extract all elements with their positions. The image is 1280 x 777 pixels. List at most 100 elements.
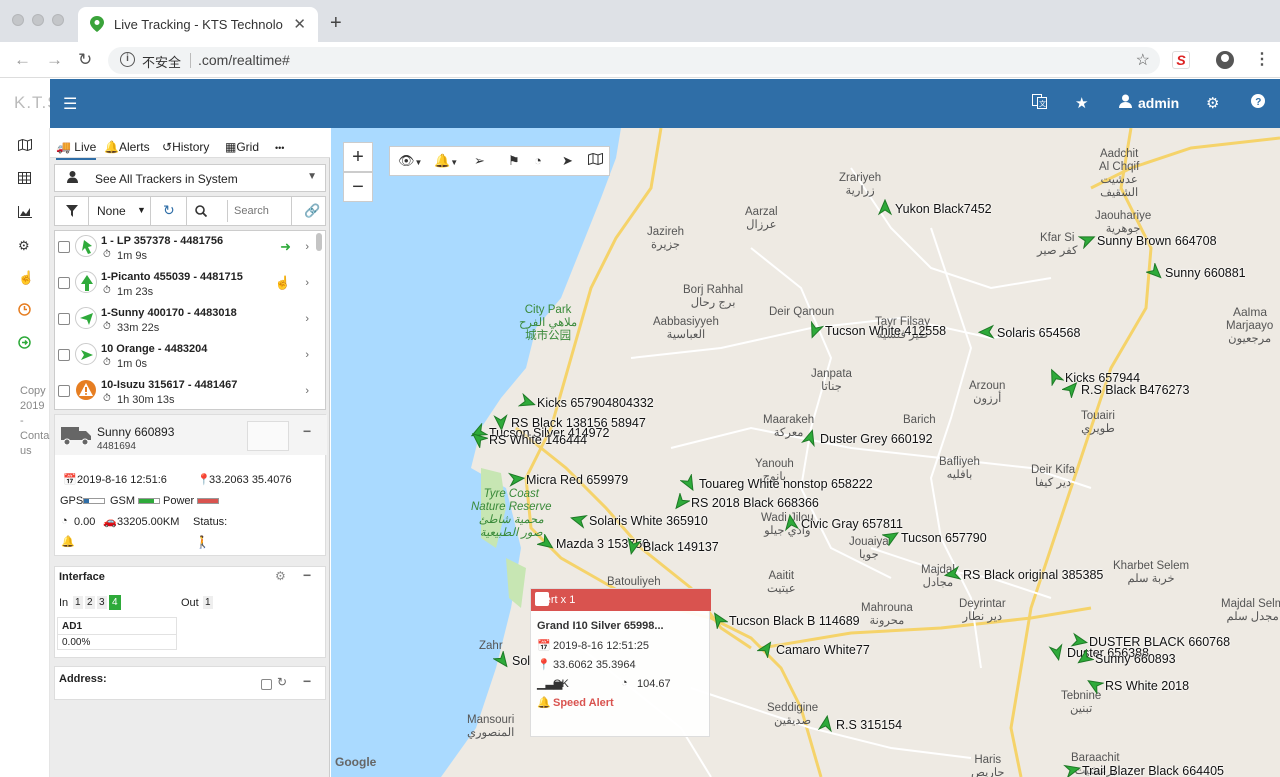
tab-grid[interactable]: ▦Grid [225,140,259,154]
vehicle-marker-icon[interactable] [801,429,819,447]
table-icon[interactable] [18,172,31,187]
vehicle-marker-icon[interactable] [806,321,824,339]
vehicle-label[interactable]: R.S Black B476273 [1081,383,1189,397]
browser-menu-icon[interactable]: ⋮ [1254,49,1270,69]
vehicle-marker-icon[interactable] [624,537,642,555]
search-button[interactable] [187,197,211,225]
tracker-row[interactable]: 1-Picanto 455039 - 4481715 ⏱ 1m 23s ☝ › [55,267,313,303]
vehicle-marker-icon[interactable] [680,474,698,492]
vehicle-marker-icon[interactable] [1146,263,1164,281]
vehicle-label[interactable]: Sunny 660881 [1165,266,1246,280]
vehicle-marker-icon[interactable] [672,493,690,511]
alert-popup[interactable]: Alert x 1 Grand I10 Silver 65998... 📅 20… [530,588,711,737]
hand-pointer-icon[interactable]: ☝ [18,270,34,286]
map-icon[interactable] [18,138,32,154]
url-text[interactable]: ‌.com/realtime# [198,52,290,68]
collapse-icon[interactable]: − [303,673,311,689]
vehicle-label[interactable]: Trail Blazer Black 664405 [1082,764,1224,777]
vehicle-marker-icon[interactable] [1078,231,1096,249]
vehicle-label[interactable]: RS White 146444 [489,433,587,447]
vehicle-label[interactable]: Solaris 654568 [997,326,1080,340]
vehicle-marker-icon[interactable] [470,430,488,448]
tracker-row[interactable]: 10-Isuzu 315617 - 4481467 ⏱ 1h 30m 13s › [55,375,313,409]
vehicle-marker-icon[interactable] [507,470,525,488]
clock-icon[interactable] [18,303,31,319]
settings-icon[interactable]: ⚙ [18,238,30,254]
tracker-checkbox[interactable] [58,349,70,361]
window-close-dot[interactable] [12,14,24,26]
window-zoom-dot[interactable] [52,14,64,26]
new-tab-icon[interactable]: + [330,12,342,35]
filter-button[interactable] [55,197,89,225]
zoom-in-button[interactable]: + [343,142,373,172]
search-input[interactable] [227,200,289,222]
chevron-right-icon[interactable]: › [305,385,309,397]
send-icon[interactable]: ➢ [474,153,485,169]
vehicle-marker-icon[interactable] [978,323,996,341]
collapse-icon[interactable]: − [303,423,311,439]
vehicle-label[interactable]: Tucson Black B 114689 [729,614,860,628]
extension-icon[interactable]: S [1172,51,1190,69]
tracker-checkbox[interactable] [58,241,70,253]
vehicle-label[interactable]: Sunny Brown 664708 [1097,234,1217,248]
chevron-right-icon[interactable]: › [305,349,309,361]
vehicle-marker-icon[interactable] [1086,676,1104,694]
vehicle-marker-icon[interactable] [757,640,775,658]
vehicle-marker-icon[interactable] [570,511,588,529]
translate-icon[interactable]: 文 [1032,94,1047,113]
zoom-out-button[interactable]: − [343,172,373,202]
bookmark-star-icon[interactable]: ☆ [1136,50,1150,70]
tab-history[interactable]: ↺History [162,140,209,154]
tracker-checkbox[interactable] [58,277,70,289]
circle-arrow-icon[interactable] [18,336,31,352]
vehicle-label[interactable]: Black 149137 [643,540,719,554]
user-icon[interactable] [1119,94,1132,112]
vehicle-label[interactable]: Yukon Black7452 [895,202,992,216]
vehicle-label[interactable]: RS Black original 385385 [963,568,1103,582]
vehicle-label[interactable]: Kicks 657904804332 [537,396,654,410]
hamburger-menu-icon[interactable]: ☰ [63,94,77,114]
list-scrollbar[interactable] [316,233,322,251]
vehicle-label[interactable]: Micra Red 659979 [526,473,628,487]
info-icon[interactable]: i [120,52,135,67]
forward-icon[interactable]: → [46,50,63,70]
vehicle-label[interactable]: Sunny 660893 [1095,652,1176,666]
close-tab-icon[interactable]: ✕ [293,15,306,33]
reload-icon[interactable]: ↻ [78,50,92,70]
window-minimize-dot[interactable] [32,14,44,26]
vehicle-label[interactable]: Solaris White 365910 [589,514,708,528]
vehicle-marker-icon[interactable] [710,611,728,629]
settings-icon[interactable]: ⚙ [275,569,286,583]
tracker-row[interactable]: 1 - LP 357378 - 4481756 ⏱ 1m 9s ➜ › [55,231,313,267]
help-icon[interactable]: ? [1251,94,1265,112]
vehicle-marker-icon[interactable] [817,715,835,733]
favorites-star-icon[interactable]: ★ [1075,94,1088,112]
tracker-checkbox[interactable] [58,313,70,325]
more-tabs-icon[interactable]: ••• [275,143,284,153]
tracker-group-select[interactable]: See All Trackers in System ▼ [54,164,326,192]
vehicle-marker-icon[interactable] [493,651,511,669]
navigation-arrow-icon[interactable]: ➤ [562,153,573,169]
vehicle-marker-icon[interactable] [782,514,800,532]
tracker-row[interactable]: 1-Sunny 400170 - 4483018 ⏱ 33m 22s › [55,303,313,339]
admin-user-label[interactable]: admin [1138,95,1179,111]
map-view[interactable]: + − 👁▼ 🔔▼ ➢ ⚑ ◔ ➤ Zrariyeh زرارية Aadchit… [331,128,1280,777]
vehicle-marker-icon[interactable] [1048,643,1066,661]
browser-tab[interactable]: Live Tracking - KTS Technolo ✕ [78,7,318,42]
tracker-checkbox[interactable] [58,385,70,397]
vehicle-marker-icon[interactable] [882,528,900,546]
profile-avatar-icon[interactable] [1216,51,1234,69]
vehicle-marker-icon[interactable] [537,534,555,552]
settings-cogs-icon[interactable]: ⚙ [1206,94,1219,112]
vehicle-label[interactable]: RS 2018 Black 668366 [691,496,819,510]
vehicle-label[interactable]: R.S 315154 [836,718,902,732]
flag-icon[interactable]: ⚑ [508,153,520,169]
chevron-right-icon[interactable]: › [305,277,309,289]
vehicle-marker-icon[interactable] [944,565,962,583]
app-logo[interactable]: K.T.S [0,79,50,128]
vehicle-label[interactable]: Tucson 657790 [901,531,987,545]
vehicle-marker-icon[interactable] [876,199,894,217]
vehicle-marker-icon[interactable] [1076,649,1094,667]
vehicle-marker-icon[interactable] [518,393,536,411]
link-button[interactable]: 🔗 [291,197,327,225]
